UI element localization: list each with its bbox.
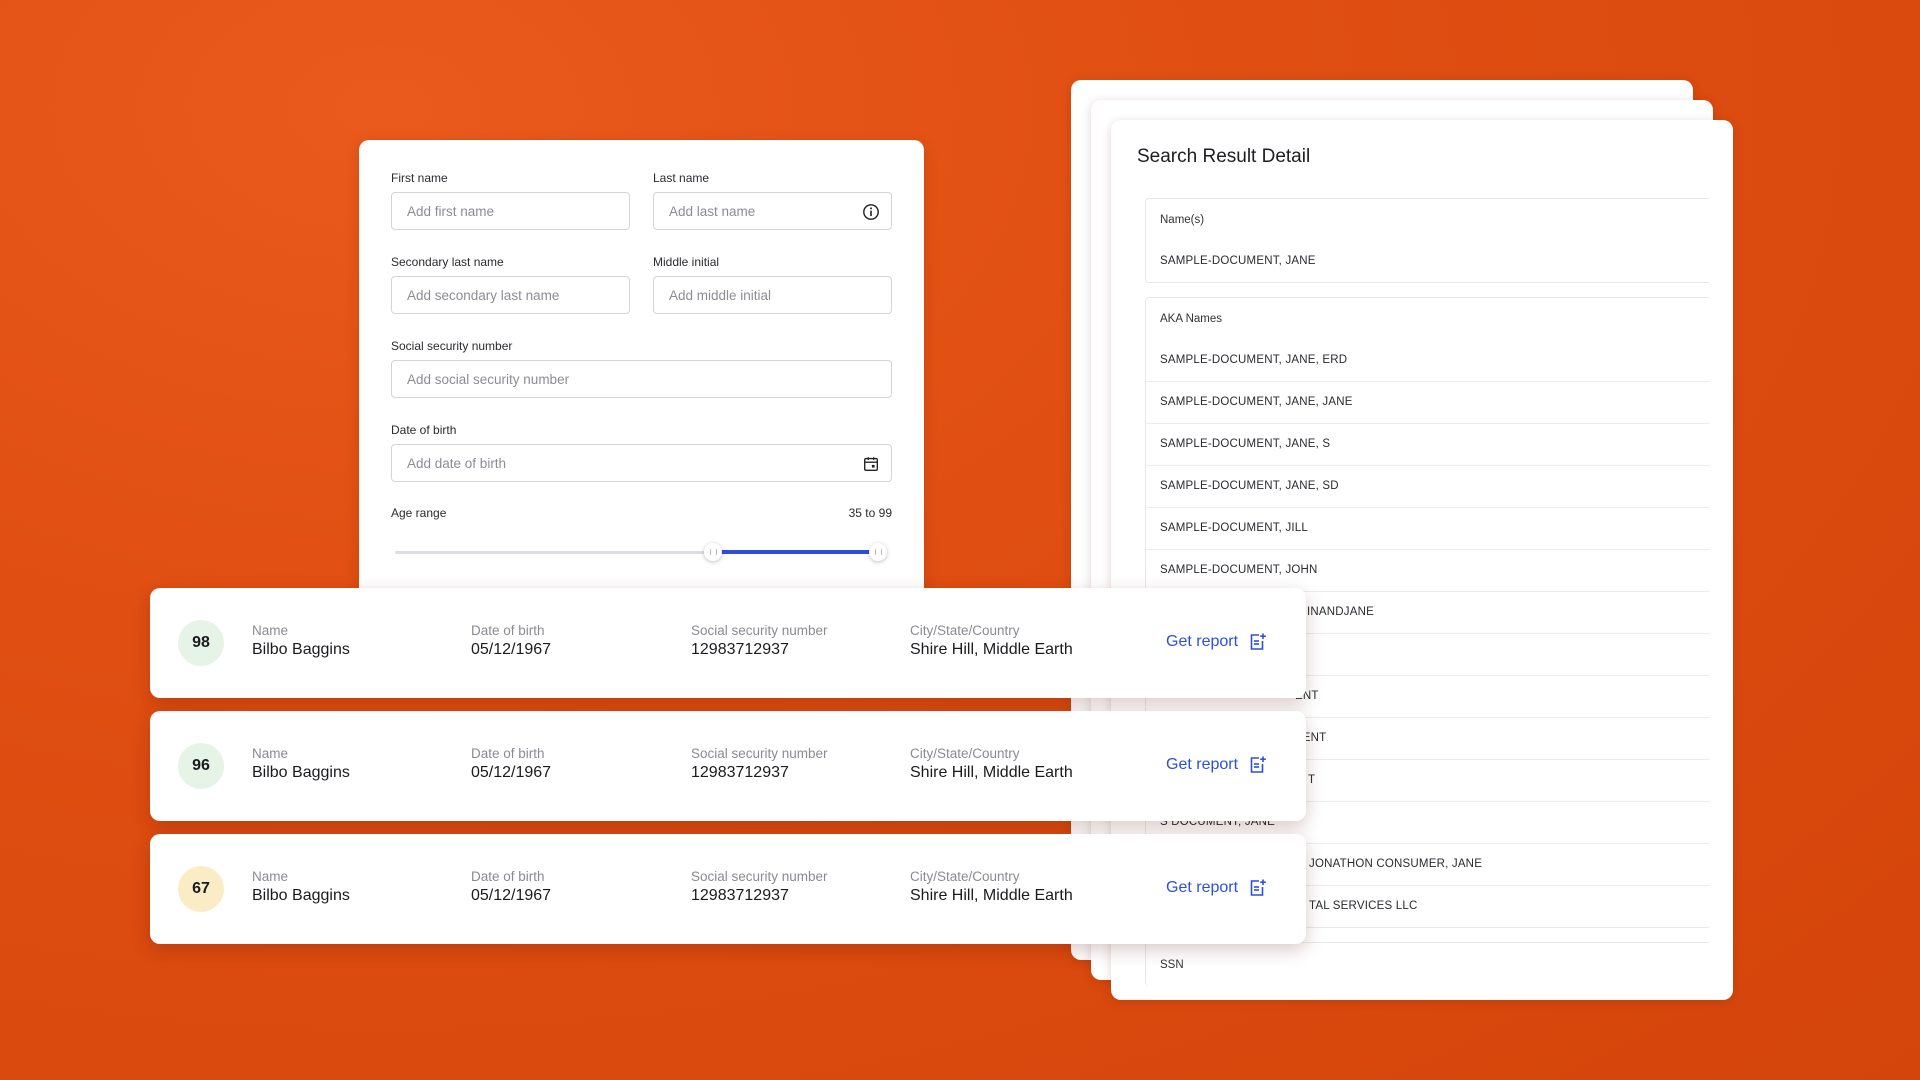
location-value: Shire Hill, Middle Earth bbox=[910, 887, 1073, 904]
ssn-label: SSN bbox=[1160, 959, 1184, 971]
dob-label: Date of birth bbox=[471, 746, 545, 761]
aka-row: SAMPLE-DOCUMENT, JILL bbox=[1146, 508, 1709, 550]
match-score-badge: 98 bbox=[178, 620, 224, 666]
dob-value: 05/12/1967 bbox=[471, 641, 552, 658]
first-name-input[interactable]: Add first name bbox=[391, 192, 630, 230]
dob-column: Date of birth 05/12/1967 bbox=[471, 746, 551, 782]
aka-row: SAMPLE-DOCUMENT, JANE, JANE bbox=[1146, 382, 1709, 424]
ssn-input[interactable]: Add social security number bbox=[391, 360, 892, 398]
name-column: Name Bilbo Baggins bbox=[252, 746, 350, 782]
middle-initial-label: Middle initial bbox=[653, 255, 720, 269]
name-label: Name bbox=[252, 746, 289, 761]
add-document-icon bbox=[1250, 879, 1266, 896]
age-range-label: Age range bbox=[391, 506, 447, 520]
name-value: Bilbo Baggins bbox=[252, 887, 350, 904]
names-label: Name(s) bbox=[1160, 214, 1205, 226]
result-row[interactable]: 98 Name Bilbo Baggins Date of birth 05/12/… bbox=[150, 588, 1306, 698]
name-value: Bilbo Baggins bbox=[252, 641, 350, 658]
last-name-input[interactable]: Add last name bbox=[653, 192, 892, 230]
name-column: Name Bilbo Baggins bbox=[252, 623, 350, 659]
ssn-label: Social security number bbox=[691, 623, 828, 638]
location-column: City/State/Country Shire Hill, Middle Ear… bbox=[910, 869, 1073, 905]
dob-label: Date of birth bbox=[471, 623, 545, 638]
dob-input[interactable]: Add date of birth bbox=[391, 444, 892, 482]
calendar-icon[interactable] bbox=[862, 455, 880, 473]
aka-row: SAMPLE-DOCUMENT, JANE, S bbox=[1146, 424, 1709, 466]
add-document-icon bbox=[1250, 633, 1266, 650]
dob-label: Date of birth bbox=[391, 423, 457, 437]
ssn-group: SSN bbox=[1145, 942, 1709, 986]
location-column: City/State/Country Shire Hill, Middle Ear… bbox=[910, 746, 1073, 782]
get-report-button[interactable]: Get report bbox=[1166, 755, 1267, 775]
name-value: Bilbo Baggins bbox=[252, 764, 350, 781]
age-range-min-handle[interactable] bbox=[704, 543, 722, 561]
detail-title: Search Result Detail bbox=[1137, 146, 1311, 167]
ssn-column: Social security number 12983712937 bbox=[691, 623, 828, 659]
dob-column: Date of birth 05/12/1967 bbox=[471, 869, 551, 905]
middle-initial-input[interactable]: Add middle initial bbox=[653, 276, 892, 314]
ssn-value: 12983712937 bbox=[691, 641, 789, 658]
add-document-icon bbox=[1250, 756, 1266, 773]
get-report-label: Get report bbox=[1166, 633, 1239, 650]
ssn-column: Social security number 12983712937 bbox=[691, 869, 828, 905]
ssn-value: 12983712937 bbox=[691, 764, 789, 781]
name-label: Name bbox=[252, 623, 289, 638]
first-name-label: First name bbox=[391, 171, 448, 185]
location-label: City/State/Country bbox=[910, 746, 1020, 761]
get-report-button[interactable]: Get report bbox=[1166, 632, 1267, 652]
get-report-label: Get report bbox=[1166, 879, 1239, 896]
location-label: City/State/Country bbox=[910, 869, 1020, 884]
result-row[interactable]: 67 Name Bilbo Baggins Date of birth 05/12/… bbox=[150, 834, 1306, 944]
location-value: Shire Hill, Middle Earth bbox=[910, 641, 1073, 658]
match-score-badge: 96 bbox=[178, 743, 224, 789]
name-label: Name bbox=[252, 869, 289, 884]
aka-row: SAMPLE-DOCUMENT, JANE, SD bbox=[1146, 466, 1709, 508]
info-icon[interactable] bbox=[862, 203, 880, 221]
age-range-fill bbox=[718, 550, 874, 554]
ssn-label: Social security number bbox=[691, 869, 828, 884]
result-row[interactable]: 96 Name Bilbo Baggins Date of birth 05/12/… bbox=[150, 711, 1306, 821]
dob-placeholder: Add date of birth bbox=[407, 456, 507, 471]
secondary-last-name-label: Secondary last name bbox=[391, 255, 504, 269]
age-range-value: 35 to 99 bbox=[848, 506, 892, 520]
aka-label: AKA Names bbox=[1160, 313, 1222, 325]
aka-row: SAMPLE-DOCUMENT, JOHN bbox=[1146, 550, 1709, 592]
match-score-badge: 67 bbox=[178, 866, 224, 912]
get-report-label: Get report bbox=[1166, 756, 1239, 773]
search-form: First name Add first name Last name Add … bbox=[359, 140, 924, 610]
dob-value: 05/12/1967 bbox=[471, 887, 552, 904]
names-group: Name(s) SAMPLE-DOCUMENT, JANE bbox=[1145, 198, 1709, 283]
dob-value: 05/12/1967 bbox=[471, 764, 552, 781]
last-name-placeholder: Add last name bbox=[669, 204, 756, 219]
ssn-value: 12983712937 bbox=[691, 887, 789, 904]
location-column: City/State/Country Shire Hill, Middle Ear… bbox=[910, 623, 1073, 659]
ssn-label: Social security number bbox=[391, 339, 513, 353]
secondary-last-name-input[interactable]: Add secondary last name bbox=[391, 276, 630, 314]
last-name-label: Last name bbox=[653, 171, 710, 185]
location-value: Shire Hill, Middle Earth bbox=[910, 764, 1073, 781]
dob-label: Date of birth bbox=[471, 869, 545, 884]
location-label: City/State/Country bbox=[910, 623, 1020, 638]
dob-column: Date of birth 05/12/1967 bbox=[471, 623, 551, 659]
name-column: Name Bilbo Baggins bbox=[252, 869, 350, 905]
name-row: SAMPLE-DOCUMENT, JANE bbox=[1160, 255, 1316, 267]
ssn-label: Social security number bbox=[691, 746, 828, 761]
ssn-column: Social security number 12983712937 bbox=[691, 746, 828, 782]
age-range-max-handle[interactable] bbox=[869, 543, 887, 561]
aka-row: SAMPLE-DOCUMENT, JANE, ERD bbox=[1146, 340, 1709, 382]
get-report-button[interactable]: Get report bbox=[1166, 878, 1267, 898]
